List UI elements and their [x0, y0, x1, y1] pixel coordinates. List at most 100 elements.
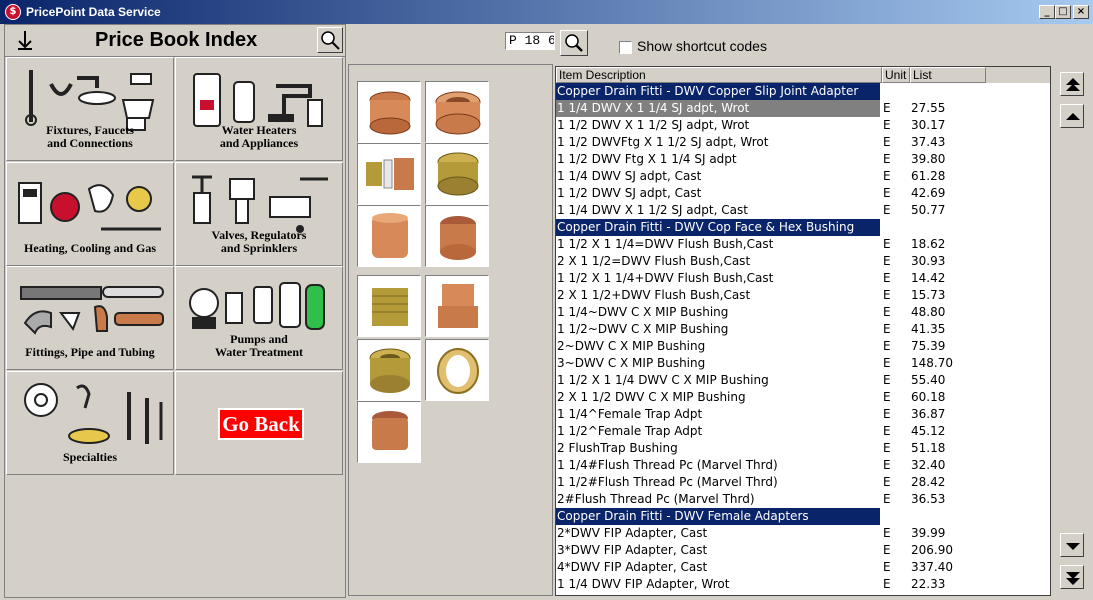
table-row[interactable]: 1 1/2 X 1 1/4=DWV Flush Bush,Cast E 18.62 — [556, 236, 1050, 253]
brass-bushing-icon — [372, 288, 408, 326]
index-search-button[interactable] — [317, 27, 343, 53]
table-row[interactable]: 2 X 1 1/2=DWV Flush Bush,Cast E 30.93 — [556, 253, 1050, 270]
close-button[interactable]: × — [1073, 5, 1089, 19]
table-row[interactable]: 1 1/2 DWV Ftg X 1 1/4 SJ adpt E 39.80 — [556, 151, 1050, 168]
table-row[interactable]: 4*DWV FIP Adapter, Cast E 337.40 — [556, 559, 1050, 576]
app-logo-icon: $ — [5, 4, 21, 20]
scroll-page-down-button[interactable] — [1060, 565, 1084, 589]
scroll-page-up-button[interactable] — [1060, 72, 1084, 96]
product-thumbnail[interactable] — [357, 401, 421, 463]
item-description: 3*DWV FIP Adapter, Cast — [557, 543, 708, 557]
item-unit: E — [883, 101, 891, 115]
section-title: Copper Drain Fitti - DWV Copper Slip Joi… — [556, 83, 880, 100]
column-header-unit[interactable]: Unit — [882, 67, 910, 83]
title-bar: $ PricePoint Data Service _ □ × — [0, 0, 1093, 24]
product-thumbnail[interactable] — [425, 275, 489, 337]
table-row[interactable]: 1 1/2 DWV X 1 1/2 SJ adpt, Wrot E 30.17 — [556, 117, 1050, 134]
item-list-price: 30.17 — [911, 118, 946, 132]
shortcut-codes-checkbox[interactable] — [619, 41, 632, 54]
item-unit: E — [883, 475, 891, 489]
table-row[interactable]: 1 1/2#Flush Thread Pc (Marvel Thrd) E 28.4… — [556, 474, 1050, 491]
item-list-price: 61.28 — [911, 169, 946, 183]
item-unit: E — [883, 441, 891, 455]
minimize-button[interactable]: _ — [1039, 5, 1055, 19]
item-unit: E — [883, 186, 891, 200]
category-water-heaters[interactable]: Water Heaters and Appliances — [175, 57, 343, 161]
scroll-down-button[interactable] — [1060, 533, 1084, 557]
category-valves-regulators[interactable]: Valves, Regulators and Sprinklers — [175, 162, 343, 266]
table-row[interactable]: 1 1/2 X 1 1/4 DWV C X MIP Bushing E 55.40 — [556, 372, 1050, 389]
download-arrow-icon[interactable] — [15, 29, 35, 51]
column-header-list[interactable]: List — [910, 67, 986, 83]
item-list-price: 36.53 — [911, 492, 946, 506]
specialties-icon — [24, 383, 163, 444]
category-fittings-pipe-tubing[interactable]: Fittings, Pipe and Tubing — [6, 266, 174, 370]
table-row[interactable]: 1 1/4^Female Trap Adpt E 36.87 — [556, 406, 1050, 423]
up-arrow-icon — [1066, 113, 1080, 120]
table-row[interactable]: 1 1/4~DWV C X MIP Bushing E 48.80 — [556, 304, 1050, 321]
magnifier-icon — [565, 34, 583, 52]
column-header-description[interactable]: Item Description — [556, 67, 882, 83]
table-row[interactable]: 1 1/2 DWV SJ adpt, Cast E 42.69 — [556, 185, 1050, 202]
table-row[interactable]: 2 FlushTrap Bushing E 51.18 — [556, 440, 1050, 457]
price-list-table: Item Description Unit List Copper Drain … — [555, 66, 1051, 596]
product-thumbnail[interactable] — [425, 143, 489, 205]
scroll-up-button[interactable] — [1060, 104, 1084, 128]
table-row[interactable]: 1 1/4 DWV X 1 1/2 SJ adpt, Cast E 50.77 — [556, 202, 1050, 219]
category-heating-cooling-gas[interactable]: Heating, Cooling and Gas — [6, 162, 174, 266]
copper-adapter-icon — [369, 91, 411, 135]
go-back-button[interactable]: Go Back — [218, 408, 304, 440]
item-unit: E — [883, 288, 891, 302]
double-down-arrow-icon — [1066, 572, 1080, 585]
table-row[interactable]: 2 X 1 1/2+DWV Flush Bush,Cast E 15.73 — [556, 287, 1050, 304]
item-list-price: 39.99 — [911, 526, 946, 540]
search-button[interactable] — [560, 30, 588, 56]
copper-adapter-icon — [438, 284, 478, 328]
item-description: 3~DWV C X MIP Bushing — [557, 356, 706, 370]
item-description: 1 1/2 DWV SJ adpt, Cast — [557, 186, 702, 200]
item-list-price: 15.73 — [911, 288, 946, 302]
table-row[interactable]: 2#Flush Thread Pc (Marvel Thrd) E 36.53 — [556, 491, 1050, 508]
item-list-price: 27.55 — [911, 101, 946, 115]
table-body: Copper Drain Fitti - DWV Copper Slip Joi… — [556, 83, 1050, 593]
table-row[interactable]: 1 1/4 DWV SJ adpt, Cast E 61.28 — [556, 168, 1050, 185]
item-list-price: 206.90 — [911, 543, 953, 557]
item-code-field[interactable]: P 18 6 — [505, 32, 555, 50]
table-section-row[interactable]: Copper Drain Fitti - DWV Cop Face & Hex … — [556, 219, 1050, 236]
item-description: 1 1/4 DWV SJ adpt, Cast — [557, 169, 702, 183]
product-thumbnail[interactable] — [425, 339, 489, 401]
item-description: 4*DWV FIP Adapter, Cast — [557, 560, 708, 574]
table-section-row[interactable]: Copper Drain Fitti - DWV Copper Slip Joi… — [556, 83, 1050, 100]
table-row[interactable]: 3~DWV C X MIP Bushing E 148.70 — [556, 355, 1050, 372]
table-row[interactable]: 1 1/4 DWV FIP Adapter, Wrot E 22.33 — [556, 576, 1050, 593]
table-header: Item Description Unit List — [556, 67, 1050, 83]
table-row[interactable]: 1 1/2~DWV C X MIP Bushing E 41.35 — [556, 321, 1050, 338]
product-thumbnail[interactable] — [357, 339, 421, 401]
item-description: 2*DWV FIP Adapter, Cast — [557, 526, 708, 540]
product-thumbnail[interactable] — [357, 205, 421, 267]
copper-adapter-icon — [435, 91, 481, 135]
category-pumps-water-treatment[interactable]: Pumps and Water Treatment — [175, 266, 343, 370]
category-specialties[interactable]: Specialties — [6, 371, 174, 475]
product-thumbnail[interactable] — [357, 275, 421, 337]
product-thumbnail[interactable] — [425, 81, 489, 143]
product-thumbnail[interactable] — [425, 205, 489, 267]
item-list-price: 41.35 — [911, 322, 946, 336]
table-row[interactable]: 2*DWV FIP Adapter, Cast E 39.99 — [556, 525, 1050, 542]
table-row[interactable]: 1 1/4 DWV X 1 1/4 SJ adpt, Wrot E 27.55 — [556, 100, 1050, 117]
table-row[interactable]: 1 1/2^Female Trap Adpt E 45.12 — [556, 423, 1050, 440]
table-section-row[interactable]: Copper Drain Fitti - DWV Female Adapters — [556, 508, 1050, 525]
table-row[interactable]: 2 X 1 1/2 DWV C X MIP Bushing E 60.18 — [556, 389, 1050, 406]
product-thumbnail[interactable] — [357, 81, 421, 143]
category-label: Specialties — [63, 450, 117, 464]
category-fixtures-faucets[interactable]: Fixtures, Faucets and Connections — [6, 57, 174, 161]
table-row[interactable]: 3*DWV FIP Adapter, Cast E 206.90 — [556, 542, 1050, 559]
table-row[interactable]: 2~DWV C X MIP Bushing E 75.39 — [556, 338, 1050, 355]
item-list-price: 42.69 — [911, 186, 946, 200]
table-row[interactable]: 1 1/2 X 1 1/4+DWV Flush Bush,Cast E 14.42 — [556, 270, 1050, 287]
product-thumbnail[interactable] — [357, 143, 421, 205]
maximize-button[interactable]: □ — [1055, 5, 1071, 19]
table-row[interactable]: 1 1/2 DWVFtg X 1 1/2 SJ adpt, Wrot E 37.43 — [556, 134, 1050, 151]
table-row[interactable]: 1 1/4#Flush Thread Pc (Marvel Thrd) E 32.4… — [556, 457, 1050, 474]
category-label: Water Treatment — [214, 345, 304, 359]
